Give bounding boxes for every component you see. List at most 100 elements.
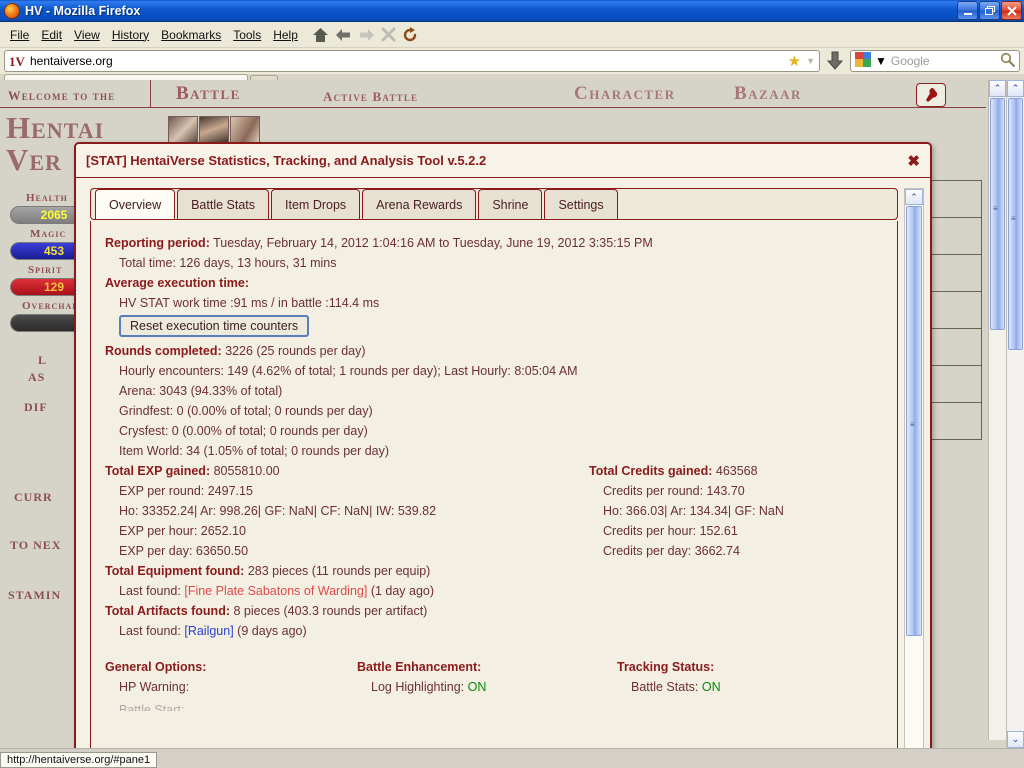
reset-execution-time-button[interactable]: Reset execution time counters [119,315,309,337]
url-input[interactable]: hentaiverse.org [30,54,783,68]
clipped-row-text: Battle Start: [105,703,184,711]
tab-shrine[interactable]: Shrine [478,189,542,219]
rounds-completed-label: Rounds completed: [105,344,222,358]
equip-slot[interactable] [930,180,982,218]
hv-side-as: AS [28,370,45,385]
close-icon[interactable]: ✖ [907,152,920,170]
menu-bookmarks[interactable]: Bookmarks [155,26,227,44]
search-engine-chevron-icon[interactable]: ▼ [875,54,887,68]
downloads-icon[interactable] [824,51,846,71]
equipment-last-found-label: Last found: [119,584,181,598]
browser-scroll-grip-icon: ≡ [1011,215,1020,222]
credits-breakdown: Ho: 366.03| Ar: 134.34| GF: NaN [589,501,784,521]
equipment-last-found-when: (1 day ago) [371,584,434,598]
health-label: Health [26,192,68,204]
wrench-icon[interactable] [916,83,946,107]
hv-nav-active-battle[interactable]: Active Battle [323,89,418,105]
hv-nav-character[interactable]: Character [574,83,676,105]
reporting-period-line: Reporting period: Tuesday, February 14, … [105,233,883,253]
hp-warning-row: HP Warning: [105,677,883,697]
equip-slot[interactable] [930,365,982,403]
search-bar[interactable]: ▼ Google [850,50,1020,72]
home-icon[interactable] [312,27,329,43]
equip-slot[interactable] [930,291,982,329]
menu-help[interactable]: Help [267,26,304,44]
rounds-hourly: Hourly encounters: 149 (4.62% of total; … [105,361,883,381]
total-artifacts-label: Total Artifacts found: [105,604,230,618]
stat-dialog-body: Overview Battle Stats Item Drops Arena R… [76,179,930,748]
artifacts-last-found-when: (9 days ago) [237,624,306,638]
hv-nav-battle[interactable]: Battle [176,83,241,105]
total-exp-label: Total EXP gained: [105,464,210,478]
tab-battle-stats[interactable]: Battle Stats [177,189,269,219]
hv-equipment-slots [930,180,982,439]
equip-slot[interactable] [930,217,982,255]
firefox-window: HV - Mozilla Firefox File Edit View Hist… [0,0,1024,768]
hv-side-level: L [38,353,47,368]
forward-icon [358,27,375,43]
tracking-status-head: Tracking Status: [617,657,721,677]
rounds-arena: Arena: 3043 (94.33% of total) [105,381,883,401]
close-button[interactable] [1001,1,1022,20]
total-time-line: Total time: 126 days, 13 hours, 31 mins [105,253,883,273]
total-equipment-label: Total Equipment found: [105,564,244,578]
bookmark-star-icon[interactable]: ★ [788,54,801,69]
total-credits-line: Total Credits gained: 463568 [589,461,784,481]
reload-icon[interactable] [402,27,418,43]
artifacts-last-found-item[interactable]: [Railgun] [184,624,233,638]
stat-dialog: [STAT] HentaiVerse Statistics, Tracking,… [74,142,932,748]
menu-tools[interactable]: Tools [227,26,267,44]
browser-scroll-thumb[interactable] [1008,98,1023,350]
menu-tools-label: Tools [233,28,261,42]
spirit-label: Spirit [28,264,62,276]
stat-dialog-scrollbar[interactable]: ⌃ ≡ ⌄ [904,188,924,748]
minimize-button[interactable] [957,1,978,20]
page-scroll-thumb[interactable] [990,98,1005,330]
browser-scrollbar[interactable]: ⌃ ≡ ⌄ [1006,80,1024,748]
credits-per-hour: Credits per hour: 152.61 [589,521,784,541]
stat-scroll-up-icon[interactable]: ⌃ [905,189,923,205]
tab-arena-rewards[interactable]: Arena Rewards [362,189,476,219]
artifacts-last-found-line: Last found: [Railgun] (9 days ago) [105,621,883,641]
stop-icon [381,27,396,42]
tab-item-drops[interactable]: Item Drops [271,189,360,219]
menu-edit-label: Edit [41,28,62,42]
rounds-crysfest: Crysfest: 0 (0.00% of total; 0 rounds pe… [105,421,883,441]
hv-side-dif: DIF [24,400,48,415]
equipment-last-found-item[interactable]: [Fine Plate Sabatons of Warding] [184,584,367,598]
back-icon[interactable] [335,27,352,43]
search-input[interactable]: Google [891,54,996,68]
battle-stats-value: ON [702,680,721,694]
menu-file[interactable]: File [4,26,35,44]
chevron-down-icon[interactable]: ▼ [806,56,815,66]
equip-slot[interactable] [930,254,982,292]
menu-history[interactable]: History [106,26,155,44]
equipment-last-found-line: Last found: [Fine Plate Sabatons of Ward… [105,581,883,601]
hv-nav-bazaar[interactable]: Bazaar [734,83,802,105]
firefox-logo-icon [4,3,20,19]
window-title: HV - Mozilla Firefox [25,4,140,18]
tab-settings[interactable]: Settings [544,189,617,219]
browser-scroll-down-icon[interactable]: ⌄ [1007,731,1024,748]
hentaiverse-page: Welcome to the Battle Active Battle Char… [0,80,1006,740]
menu-view[interactable]: View [68,26,106,44]
artifacts-last-found-label: Last found: [119,624,181,638]
menu-help-label: Help [273,28,298,42]
total-credits-value: 463568 [716,464,758,478]
url-bar[interactable]: 1V hentaiverse.org ★ ▼ [4,50,820,72]
search-icon[interactable] [1000,52,1015,70]
reset-button-row: Reset execution time counters [105,313,883,341]
status-url-popup: http://hentaiverse.org/#pane1 [0,752,157,768]
tab-overview[interactable]: Overview [95,189,175,219]
hv-side-tonext: TO NEX [10,538,61,553]
equip-slot[interactable] [930,402,982,440]
page-scroll-grip-icon: ≡ [993,205,1002,212]
page-scrollbar[interactable]: ⌃ ≡ [988,80,1006,740]
status-bar: http://hentaiverse.org/#pane1 [0,748,1024,768]
browser-scroll-up-icon[interactable]: ⌃ [1007,80,1024,97]
hv-logo-line1: Hentai [6,112,104,144]
restore-button[interactable] [979,1,1000,20]
equip-slot[interactable] [930,328,982,366]
menu-edit[interactable]: Edit [35,26,68,44]
page-scroll-up-icon[interactable]: ⌃ [989,80,1006,97]
